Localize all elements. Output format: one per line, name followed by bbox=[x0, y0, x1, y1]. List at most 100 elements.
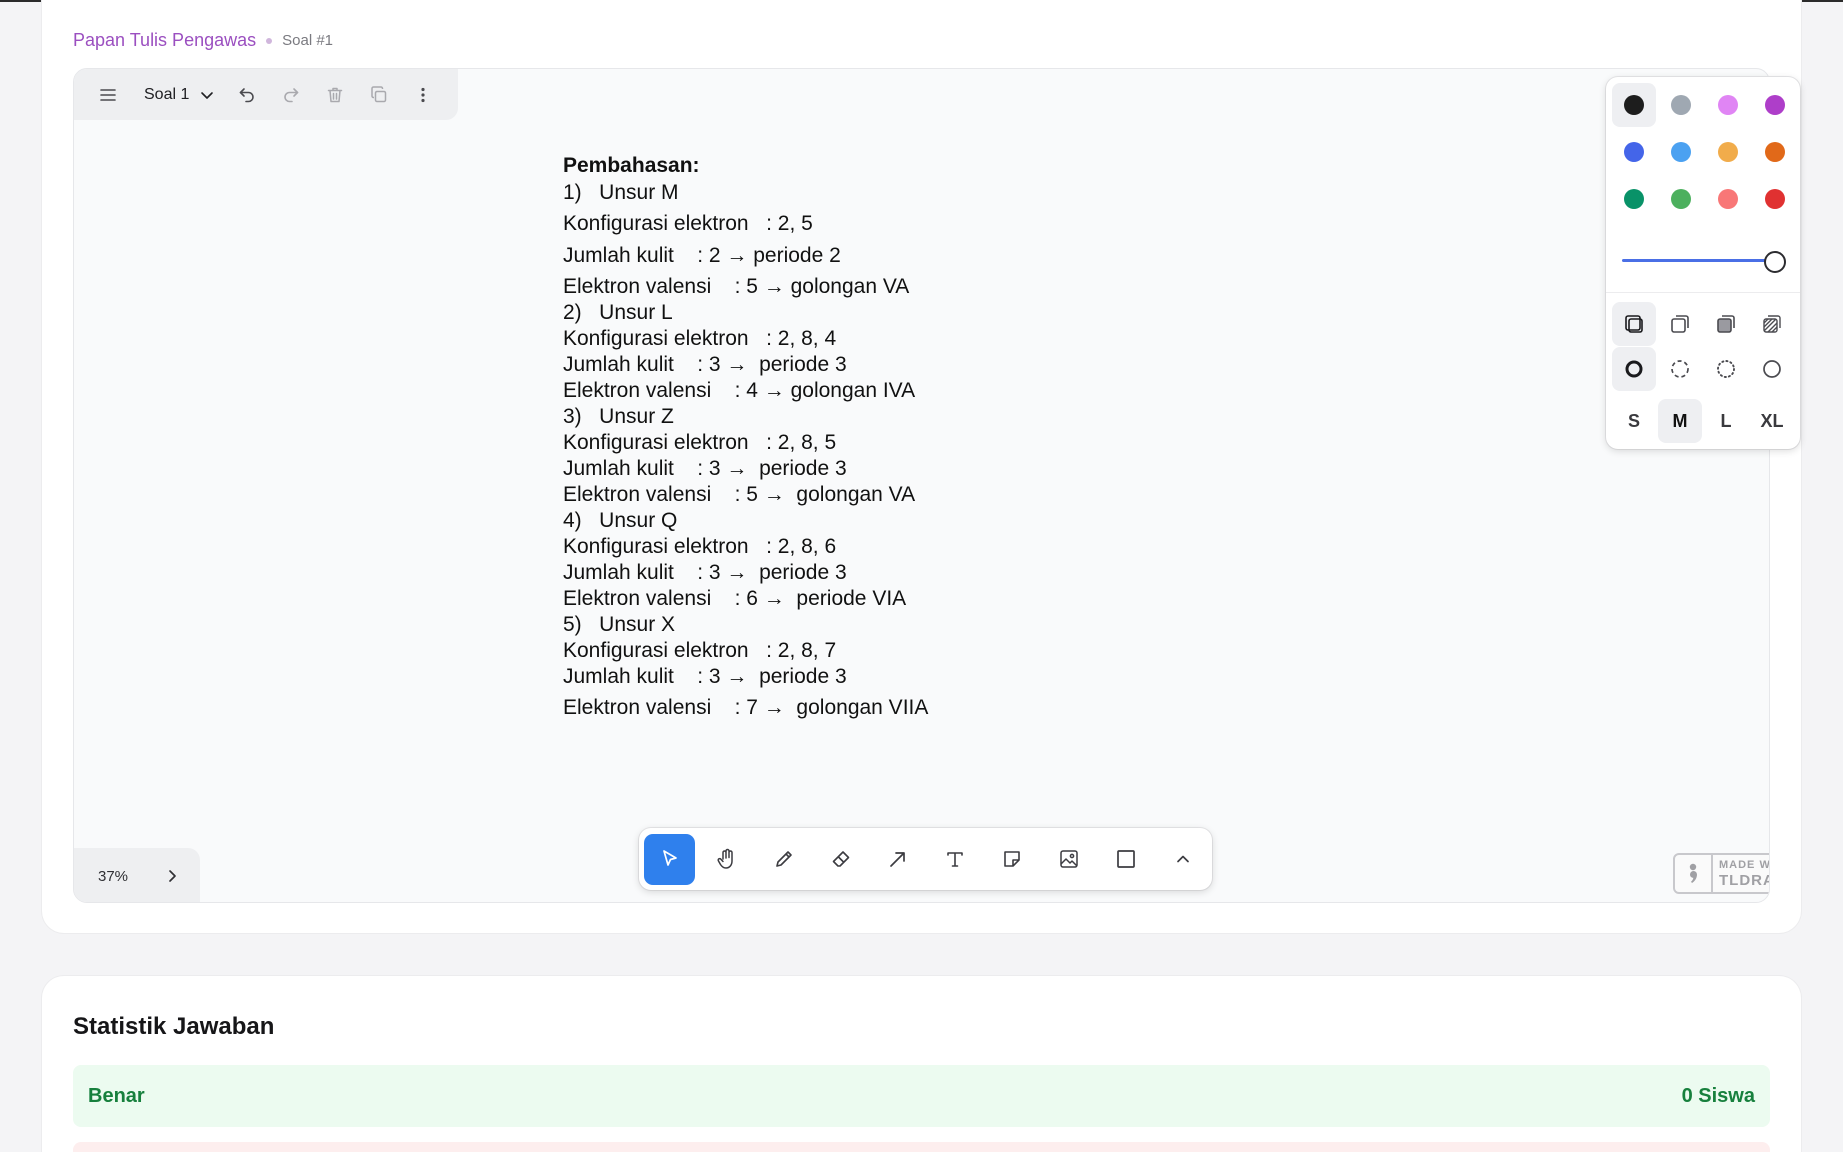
color-swatch-button[interactable] bbox=[1706, 177, 1750, 221]
canvas-line: Jumlah kulit : 3 → periode 3 bbox=[563, 353, 847, 376]
breadcrumb-current: Soal #1 bbox=[282, 32, 333, 49]
size-xl-button[interactable]: XL bbox=[1750, 399, 1794, 443]
whiteboard-card: Papan Tulis Pengawas Soal #1 Soal 1 Pemb… bbox=[42, 0, 1801, 933]
size-l-button[interactable]: L bbox=[1704, 399, 1748, 443]
canvas-line: Elektron valensi : 7 → golongan VIIA bbox=[563, 696, 929, 719]
color-swatch-button[interactable] bbox=[1706, 83, 1750, 127]
arrow-tool-button[interactable] bbox=[872, 834, 923, 885]
breadcrumb-board-link[interactable]: Papan Tulis Pengawas bbox=[73, 30, 256, 51]
fill-semi-button[interactable] bbox=[1658, 302, 1702, 346]
redo-button[interactable] bbox=[269, 75, 313, 115]
color-swatch-button[interactable] bbox=[1706, 130, 1750, 174]
size-m-button[interactable]: M bbox=[1658, 399, 1702, 443]
size-s-button[interactable]: S bbox=[1612, 399, 1656, 443]
color-swatch-button[interactable] bbox=[1612, 130, 1656, 174]
pencil-icon bbox=[775, 851, 792, 867]
dash-draw-button[interactable] bbox=[1612, 347, 1656, 391]
main-menu-button[interactable] bbox=[86, 75, 130, 115]
canvas-line: 4) Unsur Q bbox=[563, 509, 678, 532]
color-swatch-button[interactable] bbox=[1612, 177, 1656, 221]
color-swatch-button[interactable] bbox=[1659, 83, 1703, 127]
fill-none-button[interactable] bbox=[1612, 302, 1656, 346]
fill-pattern-icon bbox=[1763, 315, 1781, 333]
color-dot-icon bbox=[1671, 189, 1691, 209]
color-swatch-button[interactable] bbox=[1753, 177, 1797, 221]
color-swatch-button[interactable] bbox=[1659, 130, 1703, 174]
image-tool-button[interactable] bbox=[1043, 834, 1094, 885]
color-dot-icon bbox=[1718, 95, 1738, 115]
hand-tool-button[interactable] bbox=[701, 834, 752, 885]
tool-toolbar bbox=[639, 828, 1212, 890]
trash-icon bbox=[328, 87, 343, 102]
stat-correct-value: 0 Siswa bbox=[1681, 1084, 1755, 1107]
slider-handle[interactable] bbox=[1764, 251, 1786, 273]
undo-button[interactable] bbox=[225, 75, 269, 115]
more-options-button[interactable] bbox=[401, 75, 445, 115]
fill-pattern-button[interactable] bbox=[1750, 302, 1794, 346]
color-swatch-button[interactable] bbox=[1612, 83, 1656, 127]
dash-solid-button[interactable] bbox=[1750, 347, 1794, 391]
hand-icon bbox=[716, 848, 733, 869]
fill-none-icon bbox=[1625, 315, 1643, 333]
canvas-line: Jumlah kulit : 3 → periode 3 bbox=[563, 561, 847, 584]
fill-style-row bbox=[1612, 302, 1794, 346]
canvas-line: Elektron valensi : 6 → periode VIA bbox=[563, 587, 907, 610]
more-tools-button[interactable] bbox=[1157, 834, 1208, 885]
rectangle-icon bbox=[1116, 850, 1135, 868]
canvas-line: Jumlah kulit : 2 → periode 2 bbox=[563, 244, 841, 267]
canvas-line: Pembahasan: bbox=[563, 154, 700, 177]
note-tool-button[interactable] bbox=[986, 834, 1037, 885]
made-with-tldraw-badge[interactable]: MADE WITH TLDRAW bbox=[1673, 853, 1769, 894]
text-tool-button[interactable] bbox=[929, 834, 980, 885]
color-swatch-button[interactable] bbox=[1753, 130, 1797, 174]
eraser-icon bbox=[832, 851, 849, 867]
page-selector[interactable]: Soal 1 bbox=[130, 75, 225, 115]
fill-semi-icon bbox=[1671, 315, 1689, 333]
color-dot-icon bbox=[1765, 95, 1785, 115]
zoom-level-button[interactable]: 37% bbox=[98, 868, 128, 885]
eraser-tool-button[interactable] bbox=[815, 834, 866, 885]
stat-wrong-row bbox=[73, 1142, 1770, 1152]
page-label: Soal 1 bbox=[144, 85, 190, 103]
dash-dotted-button[interactable] bbox=[1704, 347, 1748, 391]
rectangle-tool-button[interactable] bbox=[1100, 834, 1151, 885]
opacity-slider[interactable] bbox=[1622, 251, 1786, 273]
delete-button[interactable] bbox=[313, 75, 357, 115]
stat-correct-row: Benar 0 Siswa bbox=[73, 1065, 1770, 1127]
text-icon bbox=[946, 852, 963, 867]
color-swatches bbox=[1612, 83, 1794, 221]
menu-bar: Soal 1 bbox=[74, 69, 458, 120]
canvas-line: Jumlah kulit : 3 → periode 3 bbox=[563, 665, 847, 688]
stat-correct-label: Benar bbox=[88, 1084, 145, 1107]
canvas-line: Elektron valensi : 4 → golongan IVA bbox=[563, 379, 916, 402]
canvas-line: Konfigurasi elektron : 2, 8, 5 bbox=[563, 431, 837, 454]
canvas-line: 1) Unsur M bbox=[563, 181, 679, 204]
color-swatch-button[interactable] bbox=[1753, 83, 1797, 127]
color-dot-icon bbox=[1718, 189, 1738, 209]
image-icon bbox=[1059, 850, 1078, 868]
duplicate-button[interactable] bbox=[357, 75, 401, 115]
dash-dashed-button[interactable] bbox=[1658, 347, 1702, 391]
redo-icon bbox=[284, 87, 299, 102]
breadcrumb-separator bbox=[266, 37, 273, 44]
fill-solid-button[interactable] bbox=[1704, 302, 1748, 346]
canvas-line: 3) Unsur Z bbox=[563, 405, 674, 428]
whiteboard-canvas[interactable]: Soal 1 Pembahasan: 1) Unsur M Konfiguras… bbox=[73, 68, 1770, 903]
select-tool-button[interactable] bbox=[644, 833, 695, 885]
chevron-right-icon[interactable] bbox=[164, 868, 180, 884]
fill-solid-icon bbox=[1717, 315, 1735, 333]
dash-draw-icon bbox=[1625, 360, 1643, 378]
color-swatch-button[interactable] bbox=[1659, 177, 1703, 221]
arrow-icon bbox=[889, 852, 905, 867]
zoom-control: 37% bbox=[74, 848, 200, 902]
color-dot-icon bbox=[1718, 142, 1738, 162]
undo-icon bbox=[240, 87, 255, 102]
color-dot-icon bbox=[1765, 142, 1785, 162]
color-dot-icon bbox=[1765, 189, 1785, 209]
draw-tool-button[interactable] bbox=[758, 834, 809, 885]
color-dot-icon bbox=[1624, 142, 1644, 162]
canvas-line: Jumlah kulit : 3 → periode 3 bbox=[563, 457, 847, 480]
dash-solid-icon bbox=[1763, 360, 1781, 378]
chevron-down-icon bbox=[201, 91, 214, 99]
sticky-note-icon bbox=[1003, 851, 1020, 867]
